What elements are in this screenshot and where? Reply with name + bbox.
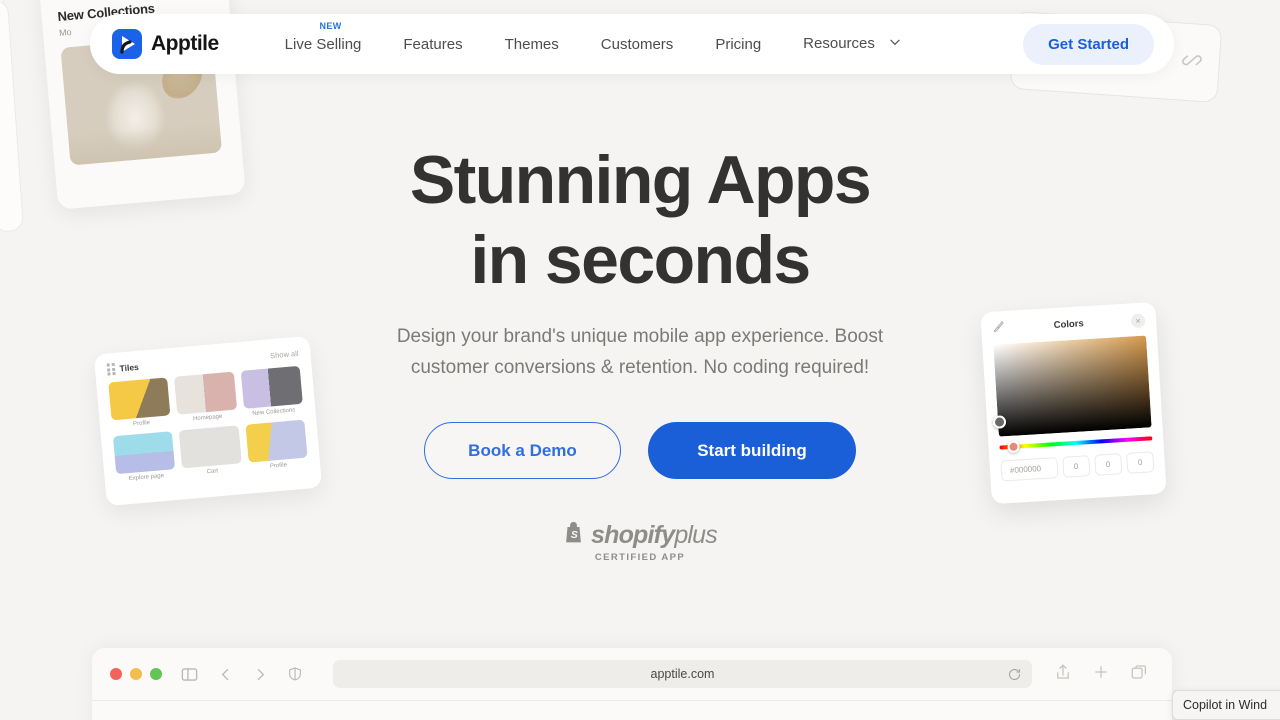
hex-value-input[interactable]: #000000 xyxy=(1000,457,1059,482)
tile-thumbnail xyxy=(112,431,176,475)
tiles-panel-title: Tiles xyxy=(119,361,140,374)
close-window-button[interactable] xyxy=(110,668,122,680)
nav-item-customers[interactable]: Customers xyxy=(580,36,695,53)
sidebar-toggle-icon[interactable] xyxy=(180,665,199,684)
tile-thumbnail xyxy=(179,425,242,469)
zoom-window-button[interactable] xyxy=(150,668,162,680)
page-title: Stunning Apps in seconds xyxy=(0,140,1280,300)
nav-item-features[interactable]: Features xyxy=(382,36,483,53)
reload-icon[interactable] xyxy=(1007,667,1022,682)
share-icon[interactable] xyxy=(1054,663,1072,686)
color-selector-handle[interactable] xyxy=(992,415,1007,429)
tile-item[interactable]: Explore page xyxy=(112,431,176,483)
nav-badge-new: NEW xyxy=(319,20,342,31)
nav-item-label: Customers xyxy=(600,35,674,53)
nav-item-resources[interactable]: Resources xyxy=(782,35,923,53)
tile-thumbnail xyxy=(174,371,237,415)
copilot-tooltip[interactable]: Copilot in Wind xyxy=(1172,690,1280,720)
browser-content-area xyxy=(92,700,1172,720)
tile-caption: Profile xyxy=(132,420,151,428)
color-channel-input-b[interactable]: 0 xyxy=(1125,451,1155,474)
tiles-panel: Tiles Show all Profile Homepage New Coll… xyxy=(93,335,323,507)
brand-logo[interactable]: Apptile xyxy=(112,29,219,59)
tile-thumbnail xyxy=(240,365,303,409)
nav-item-label: Live Selling xyxy=(284,35,362,53)
colors-panel-title: Colors xyxy=(1053,318,1085,332)
tile-caption: Cart xyxy=(206,468,219,476)
colors-picker-panel: Colors × #000000 0 0 0 xyxy=(980,301,1167,505)
tile-caption: Profile xyxy=(269,462,288,470)
tile-item[interactable]: Profile xyxy=(108,377,171,429)
hero-title-line-2: in seconds xyxy=(470,222,811,299)
colors-panel-header: Colors × xyxy=(992,311,1146,337)
hue-slider-handle[interactable] xyxy=(1007,440,1020,454)
shield-icon[interactable] xyxy=(287,666,303,682)
tile-item[interactable]: Homepage xyxy=(174,371,237,424)
color-value-fields: #000000 0 0 0 xyxy=(1000,451,1155,482)
nav-item-pricing[interactable]: Pricing xyxy=(694,36,782,53)
tab-overview-icon[interactable] xyxy=(1130,663,1148,686)
shopify-wordmark: shopifyplus xyxy=(591,521,718,549)
forward-arrow-icon[interactable] xyxy=(252,666,269,683)
show-all-link[interactable]: Show all xyxy=(270,348,299,359)
tile-item[interactable]: Cart xyxy=(179,425,242,477)
url-text: apptile.com xyxy=(650,667,715,681)
window-traffic-lights xyxy=(110,668,162,680)
nav-item-label: Pricing xyxy=(715,35,762,53)
page-root: New Collections Mo Connected Apptile N xyxy=(0,0,1280,720)
browser-mockup: apptile.com xyxy=(92,648,1172,720)
shopify-plus-certified-badge: S shopifyplus CERTIFIED APP xyxy=(0,521,1280,563)
tile-caption: New Collections xyxy=(252,407,296,418)
tile-thumbnail xyxy=(245,419,308,463)
brand-name: Apptile xyxy=(151,32,219,55)
shopify-bag-icon: S xyxy=(563,521,584,550)
nav-item-live-selling[interactable]: NEW Live Selling xyxy=(264,21,383,53)
tile-caption: Explore page xyxy=(128,473,165,483)
color-channel-input-r[interactable]: 0 xyxy=(1061,455,1091,478)
nav-item-themes[interactable]: Themes xyxy=(484,36,580,53)
url-bar[interactable]: apptile.com xyxy=(333,660,1032,688)
tile-item[interactable]: Profile xyxy=(245,419,308,472)
certified-app-caption: CERTIFIED APP xyxy=(594,552,686,563)
apptile-play-logo-icon xyxy=(112,29,142,59)
minimize-window-button[interactable] xyxy=(130,668,142,680)
tile-item[interactable]: New Collections xyxy=(240,365,303,418)
nav-item-label: Themes xyxy=(504,35,559,53)
browser-toolbar: apptile.com xyxy=(92,648,1172,700)
get-started-button[interactable]: Get Started xyxy=(1023,23,1154,65)
hero-title-line-1: Stunning Apps xyxy=(409,142,872,218)
start-building-button[interactable]: Start building xyxy=(648,422,856,479)
new-tab-icon[interactable] xyxy=(1092,663,1110,686)
tile-thumbnail xyxy=(108,377,171,421)
browser-right-actions xyxy=(1054,663,1148,686)
color-channel-input-g[interactable]: 0 xyxy=(1093,453,1123,476)
tile-caption: Homepage xyxy=(192,413,223,423)
chevron-down-icon xyxy=(888,35,902,53)
book-a-demo-button[interactable]: Book a Demo xyxy=(424,422,621,479)
top-navigation-bar: Apptile NEW Live Selling Features Themes… xyxy=(90,14,1174,74)
drag-handle-icon[interactable] xyxy=(106,362,116,376)
nav-item-label: Resources xyxy=(803,34,875,52)
nav-item-label: Features xyxy=(403,35,463,53)
color-gradient-area[interactable] xyxy=(992,335,1152,437)
back-arrow-icon[interactable] xyxy=(217,666,234,683)
hue-slider[interactable] xyxy=(999,436,1153,454)
tiles-grid: Profile Homepage New Collections Explore… xyxy=(108,365,308,483)
svg-text:S: S xyxy=(571,530,578,541)
nav-links: NEW Live Selling Features Themes Custome… xyxy=(264,21,923,53)
shopify-badge-row: S shopifyplus xyxy=(563,521,718,550)
